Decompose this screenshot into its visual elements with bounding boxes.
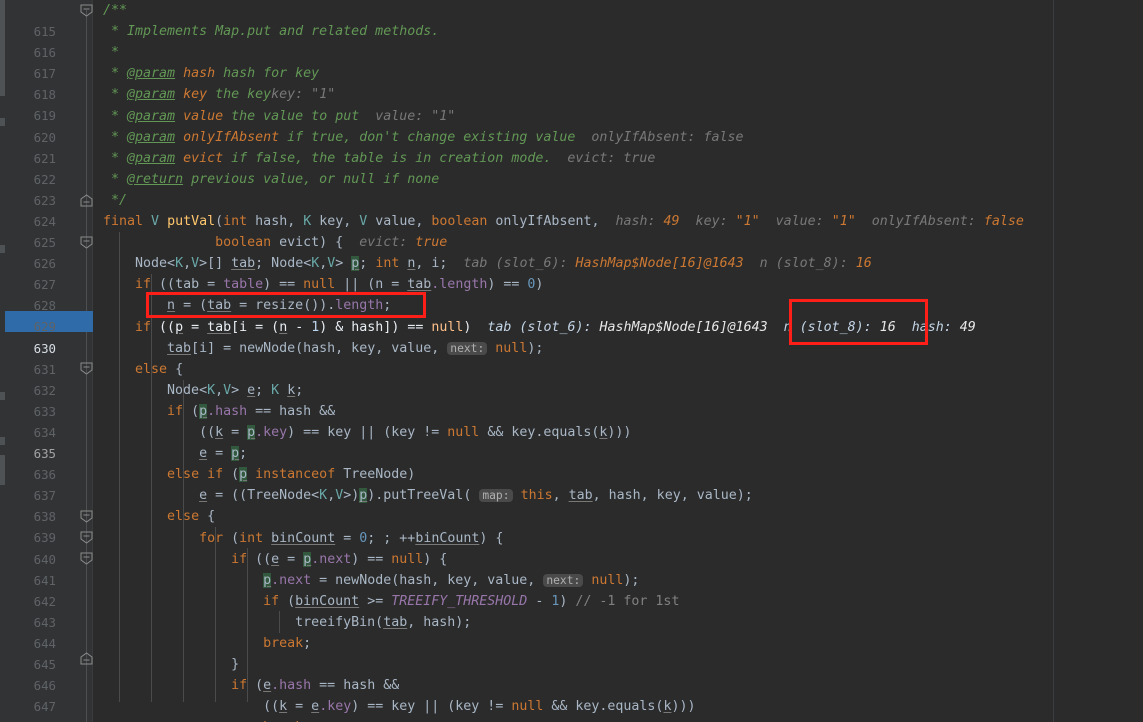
line-content: * @param evict if false, the table is in… <box>103 150 656 166</box>
code-line-617[interactable]: 617 * <box>0 42 1143 81</box>
code-line-627[interactable]: 627 Node<K,V>[] tab; Node<K,V> p; int n,… <box>0 253 1143 292</box>
line-content: * @return previous value, or null if non… <box>103 171 440 187</box>
code-line-649[interactable]: 649 break; <box>0 717 1143 722</box>
line-content: p.next = newNode(hash, key, value, next:… <box>263 572 640 588</box>
line-content: * @param hash hash for key <box>103 66 320 82</box>
debug-hint-tab-n: tab (slot_6): <box>447 256 576 272</box>
code-line-635[interactable]: 635 ((k = p.key) == key || (key != null … <box>0 422 1143 461</box>
debug-hint-value: value: "1" <box>359 108 456 124</box>
code-editor[interactable]: 615 /** 616 * Implements Map.put and rel… <box>0 0 1143 722</box>
code-line-628[interactable]: 628 if ((tab = table) == null || (n = ta… <box>0 274 1143 313</box>
scrollbar-mark <box>0 245 5 253</box>
line-content: boolean evict) { evict: true <box>215 235 448 251</box>
line-content: * @param value the value to put value: "… <box>103 108 456 124</box>
scrollbar-thumb <box>0 0 5 96</box>
line-content: for (int binCount = 0; ; ++binCount) { <box>199 530 504 546</box>
code-line-620[interactable]: 620 * @param value the value to put valu… <box>0 106 1143 145</box>
line-content: e = ((TreeNode<K,V>)p).putTreeVal( map: … <box>199 488 753 504</box>
parameter-inlay-next-2[interactable]: next: <box>543 573 584 587</box>
code-line-642[interactable]: 642 p.next = newNode(hash, key, value, n… <box>0 570 1143 609</box>
line-content: ((k = p.key) == key || (key != null && k… <box>103 425 632 440</box>
line-content: e = p; <box>199 446 248 462</box>
line-content: ((k = e.key) == key || (key != null && k… <box>103 699 696 715</box>
line-content: else { <box>167 509 216 525</box>
code-line-636[interactable]: 636 e = p; <box>0 443 1143 482</box>
code-line-640[interactable]: 640 for (int binCount = 0; ; ++binCount)… <box>0 528 1143 567</box>
debug-hint-onlyifabsent: onlyIfAbsent: false <box>575 129 744 145</box>
line-content: if (binCount >= TREEIFY_THRESHOLD - 1) /… <box>263 593 680 609</box>
code-line-625[interactable]: 625 final V putVal(int hash, K key, V va… <box>0 211 1143 250</box>
debug-hint-signature: hash: <box>607 214 664 229</box>
code-line-624[interactable]: 624 */ <box>0 190 1143 229</box>
line-content: n = (tab = resize()).length; <box>167 298 392 314</box>
line-content: * @param key the keykey: "1" <box>103 87 336 103</box>
line-content: } <box>103 657 240 673</box>
debug-hint-exec: tab (slot_6): <box>471 319 600 335</box>
line-content: if ((tab = table) == null || (n = tab.le… <box>135 277 544 293</box>
code-line-643[interactable]: 643 if (binCount >= TREEIFY_THRESHOLD - … <box>0 591 1143 630</box>
code-line-630[interactable]: 630 if ((p = tab[i = (n - 1) & hash]) ==… <box>0 317 1143 356</box>
line-content: final V putVal(int hash, K key, V value,… <box>103 214 1024 229</box>
line-content: tab[i] = newNode(hash, key, value, next:… <box>167 340 544 356</box>
code-line-619[interactable]: 619 * @param key the keykey: "1" <box>0 84 1143 123</box>
debug-hint-evict: evict: true <box>551 150 656 166</box>
code-line-631[interactable]: 631 tab[i] = newNode(hash, key, value, n… <box>0 338 1143 377</box>
scrollbar-mark <box>0 455 5 485</box>
debug-hint-key: key: "1" <box>271 87 336 103</box>
code-line-641[interactable]: 641 if ((e = p.next) == null) { <box>0 549 1143 588</box>
vertical-scrollbar-track[interactable] <box>0 0 5 722</box>
code-line-622[interactable]: 622 * @param evict if false, the table i… <box>0 148 1143 187</box>
line-content: if ((e = p.next) == null) { <box>231 551 448 567</box>
code-line-637[interactable]: 637 else if (p instanceof TreeNode) <box>0 464 1143 503</box>
parameter-inlay-next[interactable]: next: <box>447 341 488 355</box>
line-content: */ <box>103 192 128 208</box>
code-line-621[interactable]: 621 * @param onlyIfAbsent if true, don't… <box>0 127 1143 166</box>
scrollbar-mark <box>0 392 5 400</box>
line-content: * <box>103 45 120 61</box>
scrollbar-mark <box>0 437 5 445</box>
code-line-644[interactable]: 644 treeifyBin(tab, hash); <box>0 612 1143 651</box>
parameter-inlay-map[interactable]: map: <box>479 489 513 503</box>
line-content: if ((p = tab[i = (n - 1) & hash]) == nul… <box>103 319 976 335</box>
code-line-618[interactable]: 618 * @param hash hash for key <box>0 63 1143 102</box>
code-line-632[interactable]: 632 else { <box>0 359 1143 398</box>
line-content: break; <box>103 717 311 722</box>
line-content: if (e.hash == hash && <box>231 678 400 694</box>
code-line-645[interactable]: 645 break; <box>0 633 1143 672</box>
debug-hint-evict-sig: evict: <box>343 235 416 251</box>
line-content: else { <box>135 361 184 377</box>
line-content: if (p.hash == hash && <box>167 403 336 419</box>
code-line-648[interactable]: 648 ((k = e.key) == key || (key != null … <box>0 696 1143 722</box>
line-content: break; <box>263 636 312 651</box>
code-line-647[interactable]: 647 if (e.hash == hash && <box>0 675 1143 714</box>
code-line-629[interactable]: 629 n = (tab = resize()).length; <box>0 295 1143 334</box>
scrollbar-mark <box>0 118 5 126</box>
line-content: * @param onlyIfAbsent if true, don't cha… <box>103 129 744 145</box>
code-line-646[interactable]: 646 } <box>0 654 1143 693</box>
line-content: * Implements Map.put and related methods… <box>103 24 440 40</box>
code-line-633[interactable]: 633 Node<K,V> e; K k; <box>0 380 1143 419</box>
line-content: Node<K,V> e; K k; <box>103 382 304 398</box>
line-content: Node<K,V>[] tab; Node<K,V> p; int n, i; … <box>103 256 872 272</box>
line-content: /** <box>103 3 128 18</box>
code-line-623[interactable]: 623 * @return previous value, or null if… <box>0 169 1143 208</box>
line-content: else if (p instanceof TreeNode) <box>167 467 416 483</box>
code-line-626[interactable]: 626 boolean evict) { evict: true <box>0 232 1143 271</box>
code-line-634[interactable]: 634 if (p.hash == hash && <box>0 401 1143 440</box>
code-line-638[interactable]: 638 e = ((TreeNode<K,V>)p).putTreeVal( m… <box>0 485 1143 524</box>
code-line-639[interactable]: 639 else { <box>0 506 1143 545</box>
code-line-616[interactable]: 616 * Implements Map.put and related met… <box>0 21 1143 60</box>
line-content: treeifyBin(tab, hash); <box>103 614 472 630</box>
code-line-615[interactable]: 615 /** <box>0 0 1143 39</box>
